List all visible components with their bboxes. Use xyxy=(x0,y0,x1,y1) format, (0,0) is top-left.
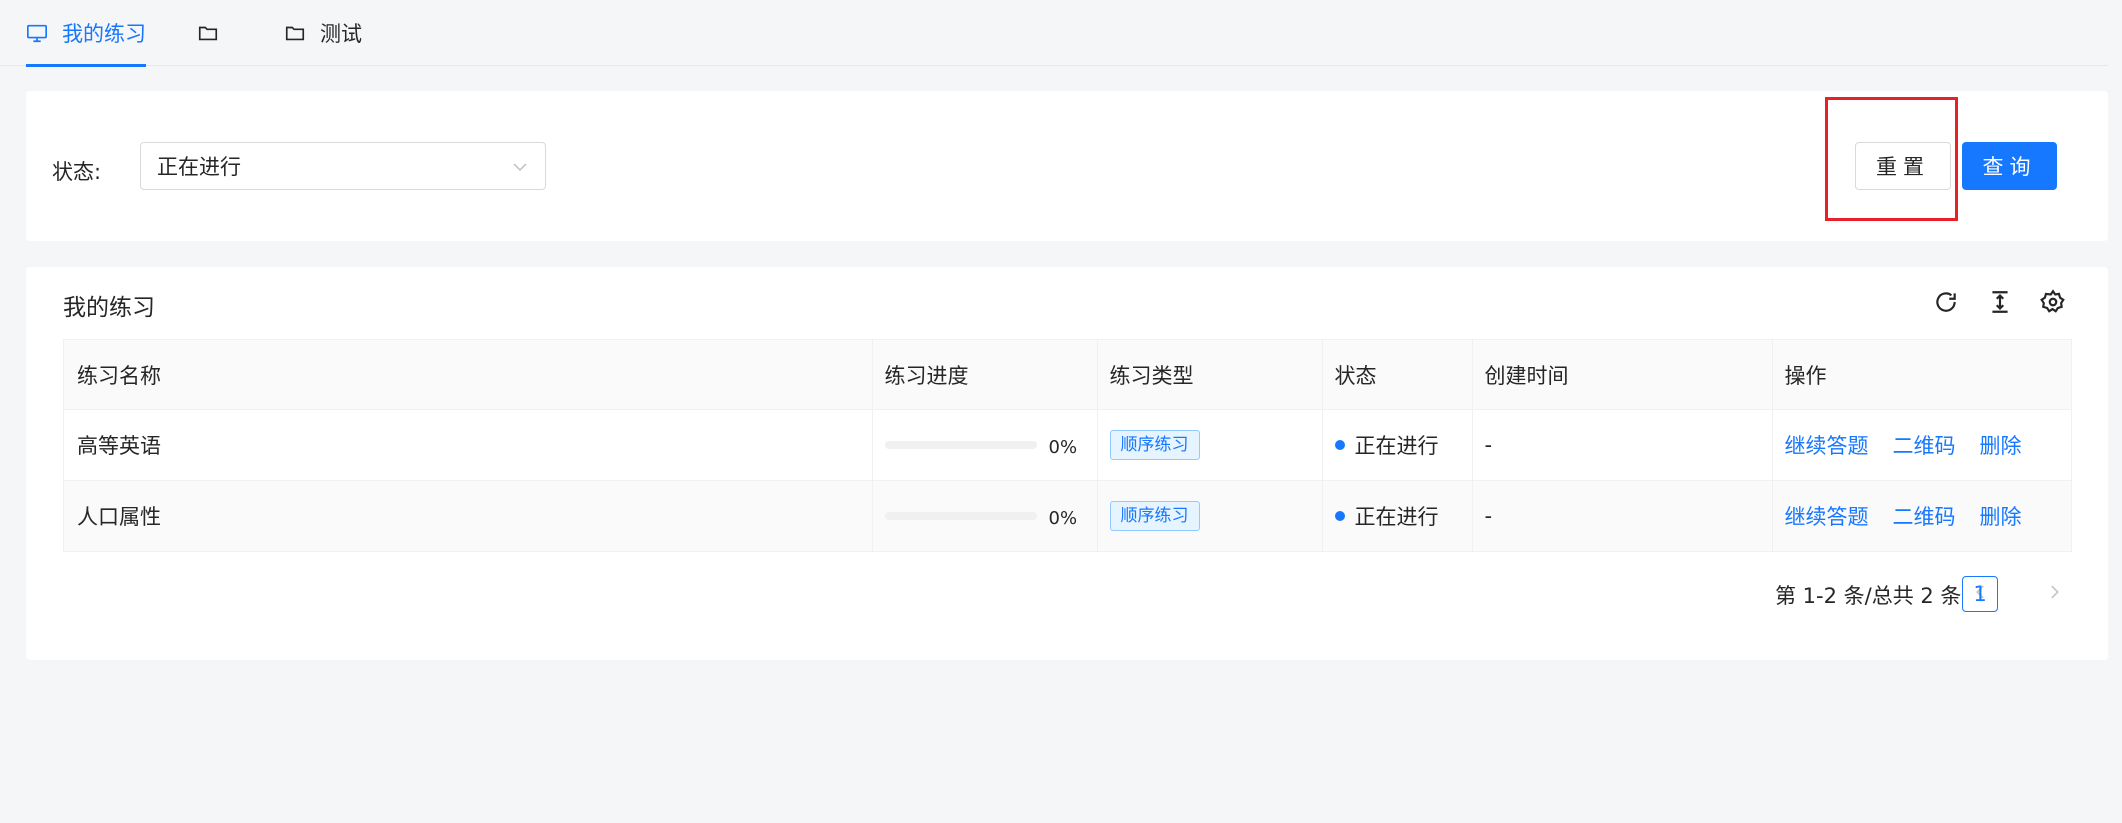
qr-code-link[interactable]: 二维码 xyxy=(1893,501,1956,531)
column-height-icon[interactable] xyxy=(1987,289,2013,315)
tab-test[interactable]: 测试 xyxy=(284,0,362,66)
folder-icon xyxy=(198,26,218,41)
page-number-1[interactable]: 1 xyxy=(1962,576,1998,612)
type-tag: 顺序练习 xyxy=(1109,501,1200,531)
table-card-title: 我的练习 xyxy=(63,295,155,321)
table-header-row: 练习名称 练习进度 练习类型 状态 创建时间 操作 xyxy=(63,339,2072,410)
refresh-icon[interactable] xyxy=(1933,289,1959,315)
delete-link[interactable]: 删除 xyxy=(1980,430,2022,460)
actions-cell: 继续答题 二维码 删除 xyxy=(1771,409,2072,481)
practice-table: 练习名称 练习进度 练习类型 状态 创建时间 操作 高等英语 0% 顺序练习 正… xyxy=(63,339,2072,552)
progress-cell: 0% xyxy=(871,409,1097,481)
tab-label: 测试 xyxy=(320,22,362,46)
query-button[interactable]: 查询 xyxy=(1962,142,2057,190)
status-select-value: 正在进行 xyxy=(157,155,241,179)
column-header: 练习名称 xyxy=(63,339,872,410)
column-header: 创建时间 xyxy=(1471,339,1772,410)
tab-bar: 我的练习 测试 xyxy=(0,0,2108,67)
qr-code-link[interactable]: 二维码 xyxy=(1893,430,1956,460)
table-row: 人口属性 0% 顺序练习 正在进行 - 继续答题 二维码 删除 xyxy=(63,480,2072,552)
status-dot xyxy=(1334,440,1345,450)
folder-icon xyxy=(285,26,305,41)
created-time: - xyxy=(1471,409,1772,481)
column-header: 练习进度 xyxy=(871,339,1097,410)
practice-name: 高等英语 xyxy=(63,409,872,481)
tab-folder[interactable] xyxy=(197,0,233,66)
table-row: 高等英语 0% 顺序练习 正在进行 - 继续答题 二维码 删除 xyxy=(63,409,2072,481)
column-header: 状态 xyxy=(1321,339,1472,410)
pagination-total: 第 1-2 条/总共 2 条 xyxy=(1775,584,1962,608)
column-header: 练习类型 xyxy=(1096,339,1322,410)
delete-link[interactable]: 删除 xyxy=(1980,501,2022,531)
reset-button[interactable]: 重置 xyxy=(1855,142,1951,190)
progress-bar: 0% xyxy=(884,433,1084,458)
chevron-down-icon xyxy=(513,163,527,172)
progress-bar: 0% xyxy=(884,504,1084,529)
tab-my-practice[interactable]: 我的练习 xyxy=(26,0,146,67)
continue-answer-link[interactable]: 继续答题 xyxy=(1785,430,1869,460)
created-time: - xyxy=(1471,480,1772,552)
progress-text: 0% xyxy=(1048,507,1078,529)
type-cell: 顺序练习 xyxy=(1096,409,1322,481)
status-text: 正在进行 xyxy=(1354,505,1439,529)
actions-cell: 继续答题 二维码 删除 xyxy=(1771,480,2072,552)
status-cell: 正在进行 xyxy=(1321,480,1472,552)
practice-name: 人口属性 xyxy=(63,480,872,552)
status-text: 正在进行 xyxy=(1354,434,1439,458)
status-filter-label: 状态: xyxy=(52,160,102,184)
progress-cell: 0% xyxy=(871,480,1097,552)
column-header: 操作 xyxy=(1771,339,2072,410)
tab-label: 我的练习 xyxy=(62,22,146,46)
type-cell: 顺序练习 xyxy=(1096,480,1322,552)
progress-text: 0% xyxy=(1048,436,1078,458)
status-select[interactable]: 正在进行 xyxy=(140,142,546,190)
status-dot xyxy=(1334,511,1345,521)
next-page-icon[interactable] xyxy=(2045,583,2063,601)
status-cell: 正在进行 xyxy=(1321,409,1472,481)
settings-icon[interactable] xyxy=(2040,289,2066,315)
continue-answer-link[interactable]: 继续答题 xyxy=(1785,501,1869,531)
monitor-icon xyxy=(27,24,47,43)
type-tag: 顺序练习 xyxy=(1109,430,1200,460)
